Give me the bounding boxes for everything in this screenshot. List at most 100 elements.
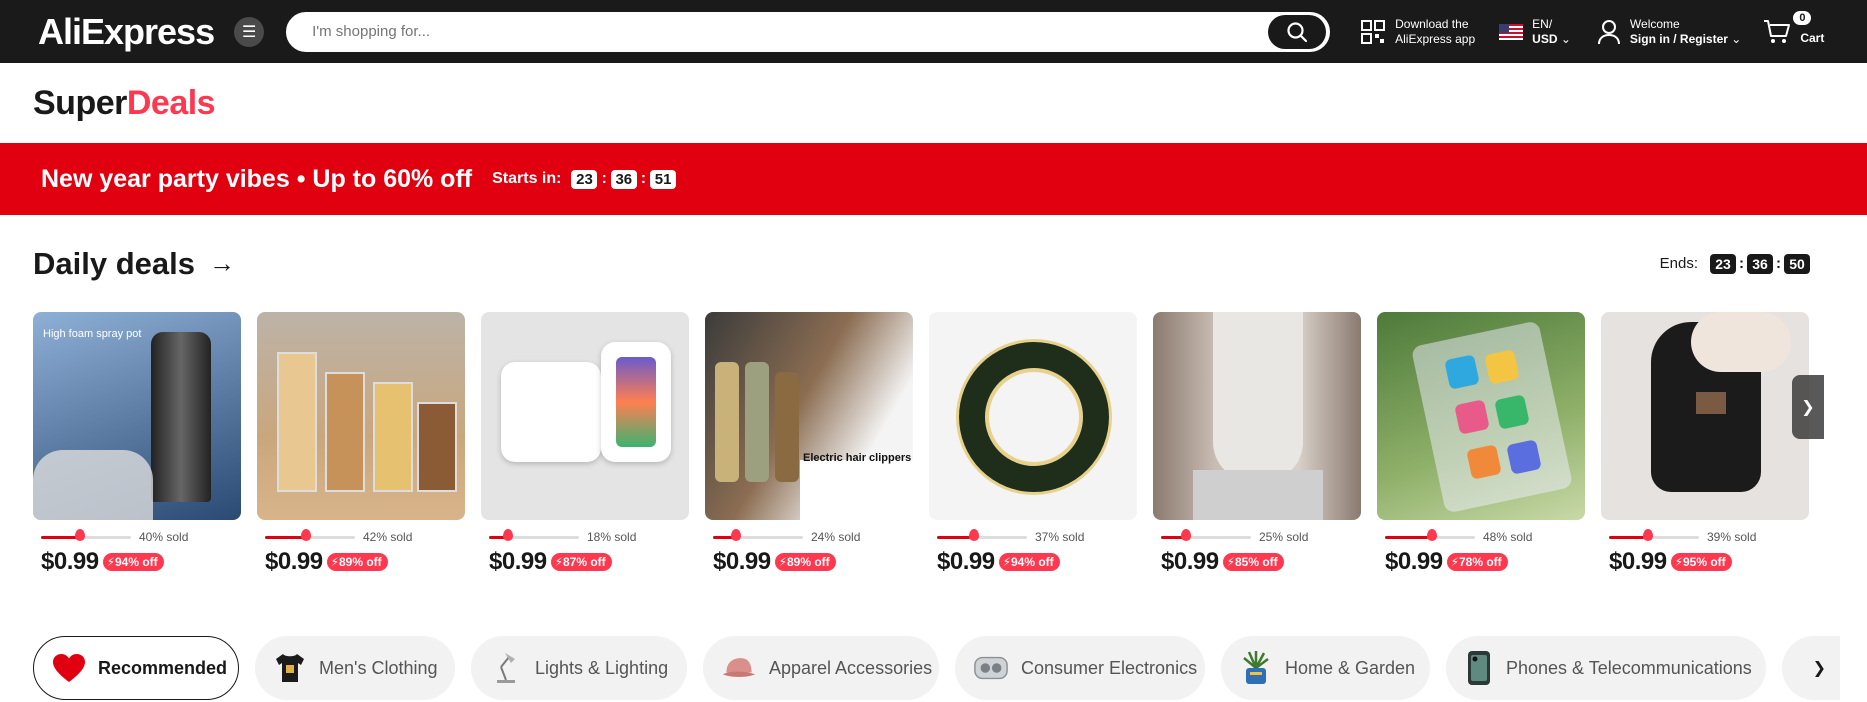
product-price: $0.99 bbox=[41, 548, 99, 575]
superdeals-logo: Super Deals bbox=[0, 63, 1867, 143]
banner-title: New year party vibes • Up to 60% off bbox=[41, 164, 473, 193]
aliexpress-logo[interactable]: AliExpress bbox=[38, 11, 215, 53]
carousel-next-button[interactable]: ❯ bbox=[1792, 375, 1824, 439]
product-image[interactable] bbox=[1153, 312, 1361, 520]
tab-lights-lighting[interactable]: Lights & Lighting bbox=[471, 636, 687, 700]
product-price: $0.99 bbox=[489, 548, 547, 575]
superdeals-part1: Super bbox=[33, 83, 127, 122]
starts-countdown: Starts in: 23 : 36 : 51 bbox=[492, 169, 678, 189]
superdeals-part2: Deals bbox=[126, 83, 216, 122]
tab-label: Consumer Electronics bbox=[1021, 657, 1198, 678]
discount-badge: ⚡89% off bbox=[774, 553, 836, 571]
sold-progress-bar bbox=[937, 528, 1027, 541]
sold-percentage: 42% sold bbox=[363, 530, 413, 544]
tab-recommended[interactable]: Recommended bbox=[33, 636, 239, 700]
sold-progress-bar bbox=[1161, 528, 1251, 541]
sold-percentage: 40% sold bbox=[139, 530, 189, 544]
sold-percentage: 39% sold bbox=[1707, 530, 1757, 544]
product-image[interactable] bbox=[257, 312, 465, 520]
tab-label: Apparel Accessories bbox=[769, 657, 933, 678]
menu-button[interactable]: ☰ bbox=[234, 16, 265, 47]
product-image[interactable] bbox=[929, 312, 1137, 520]
flame-icon bbox=[75, 528, 85, 541]
product-image-caption: High foam spray pot bbox=[43, 328, 142, 340]
us-flag-icon bbox=[1499, 23, 1524, 40]
product-card[interactable]: 42% sold $0.99 ⚡89% off bbox=[257, 312, 465, 576]
download-app-link[interactable]: Download the AliExpress app bbox=[1360, 17, 1475, 47]
product-image[interactable] bbox=[1377, 312, 1585, 520]
welcome-label: Welcome bbox=[1629, 16, 1680, 31]
tab-label: Lights & Lighting bbox=[535, 657, 669, 678]
product-carousel: High foam spray pot 40% sold $0.99 ⚡94% … bbox=[0, 312, 1867, 576]
flame-icon bbox=[503, 528, 513, 541]
chevron-right-icon: ❯ bbox=[1812, 660, 1826, 677]
product-card[interactable]: 48% sold $0.99 ⚡78% off bbox=[1377, 312, 1585, 576]
sold-percentage: 48% sold bbox=[1483, 530, 1533, 544]
language-label: EN/ bbox=[1532, 16, 1553, 31]
daily-deals-title[interactable]: Daily deals bbox=[33, 246, 195, 282]
sold-progress-bar bbox=[713, 528, 803, 541]
heart-icon bbox=[52, 650, 86, 686]
plant-pot-icon bbox=[1239, 650, 1273, 686]
chevron-down-icon: ⌄ bbox=[1560, 31, 1571, 46]
tab-label: Men's Clothing bbox=[319, 657, 438, 678]
product-card[interactable]: High foam spray pot 40% sold $0.99 ⚡94% … bbox=[33, 312, 241, 576]
tab-label: Phones & Telecommunications bbox=[1506, 657, 1752, 678]
product-image[interactable]: High foam spray pot bbox=[33, 312, 241, 520]
tab-mens-clothing[interactable]: Men's Clothing bbox=[255, 636, 455, 700]
tab-label: Recommended bbox=[98, 657, 228, 678]
cart-button[interactable]: 0 Cart bbox=[1763, 11, 1824, 46]
chevron-down-icon: ⌄ bbox=[1731, 31, 1742, 46]
product-card[interactable]: 25% sold $0.99 ⚡85% off bbox=[1153, 312, 1361, 576]
product-image[interactable] bbox=[1601, 312, 1809, 520]
product-image[interactable]: Electric hair clippers bbox=[705, 312, 913, 520]
search-icon bbox=[1287, 21, 1308, 42]
top-header: AliExpress ☰ Download the AliExpress app… bbox=[0, 0, 1867, 63]
promo-banner[interactable]: New year party vibes • Up to 60% off Sta… bbox=[0, 143, 1867, 215]
tab-phones-telecommunications[interactable]: Phones & Telecommunications bbox=[1446, 636, 1766, 700]
download-line2: AliExpress app bbox=[1395, 31, 1476, 46]
product-card[interactable]: 18% sold $0.99 ⚡87% off bbox=[481, 312, 689, 576]
flame-icon bbox=[969, 528, 979, 541]
sold-progress-bar bbox=[1609, 528, 1699, 541]
countdown-minutes: 36 bbox=[610, 169, 637, 189]
tab-consumer-electronics[interactable]: Consumer Electronics bbox=[955, 636, 1205, 700]
tshirt-icon bbox=[273, 650, 307, 686]
account-menu[interactable]: Welcome Sign in / Register ⌄ bbox=[1597, 17, 1741, 47]
product-card[interactable]: 37% sold $0.99 ⚡94% off bbox=[929, 312, 1137, 576]
flame-icon bbox=[1427, 528, 1437, 541]
sold-percentage: 25% sold bbox=[1259, 530, 1309, 544]
ends-seconds: 50 bbox=[1784, 253, 1810, 274]
flame-icon bbox=[301, 528, 311, 541]
ends-countdown: Ends: 23 : 36 : 50 bbox=[1660, 253, 1810, 274]
product-price: $0.99 bbox=[713, 548, 771, 575]
tab-apparel-accessories[interactable]: Apparel Accessories bbox=[703, 636, 939, 700]
flame-icon bbox=[1643, 528, 1653, 541]
qr-code-icon bbox=[1361, 19, 1386, 44]
search-button[interactable] bbox=[1268, 14, 1327, 49]
search-bar bbox=[286, 11, 1331, 52]
smartphone-icon bbox=[1464, 650, 1494, 686]
flame-icon bbox=[731, 528, 741, 541]
product-card[interactable]: Electric hair clippers 24% sold $0.99 ⚡8… bbox=[705, 312, 913, 576]
search-input[interactable] bbox=[312, 23, 1269, 40]
product-image[interactable] bbox=[481, 312, 689, 520]
sign-in-register-link[interactable]: Sign in / Register bbox=[1630, 32, 1728, 46]
download-line1: Download the bbox=[1395, 16, 1469, 31]
starts-label: Starts in: bbox=[492, 170, 562, 187]
cart-icon bbox=[1764, 19, 1791, 43]
daily-deals-header: Daily deals → Ends: 23 : 36 : 50 bbox=[0, 215, 1867, 312]
discount-badge: ⚡85% off bbox=[1222, 553, 1284, 571]
category-tabs: Recommended Men's Clothing Lights & Ligh… bbox=[0, 636, 1867, 700]
countdown-hours: 23 bbox=[571, 169, 598, 189]
tab-home-garden[interactable]: Home & Garden bbox=[1221, 636, 1430, 700]
language-currency-selector[interactable]: EN/ USD ⌄ bbox=[1499, 17, 1571, 47]
sold-percentage: 24% sold bbox=[811, 530, 861, 544]
cart-count-badge: 0 bbox=[1793, 11, 1812, 25]
product-price: $0.99 bbox=[1385, 548, 1443, 575]
arrow-right-icon[interactable]: → bbox=[209, 248, 235, 279]
countdown-seconds: 51 bbox=[650, 169, 677, 189]
product-card[interactable]: 39% sold $0.99 ⚡95% off bbox=[1601, 312, 1809, 576]
sold-progress-bar bbox=[265, 528, 355, 541]
category-next-button[interactable]: ❯ bbox=[1782, 636, 1840, 700]
